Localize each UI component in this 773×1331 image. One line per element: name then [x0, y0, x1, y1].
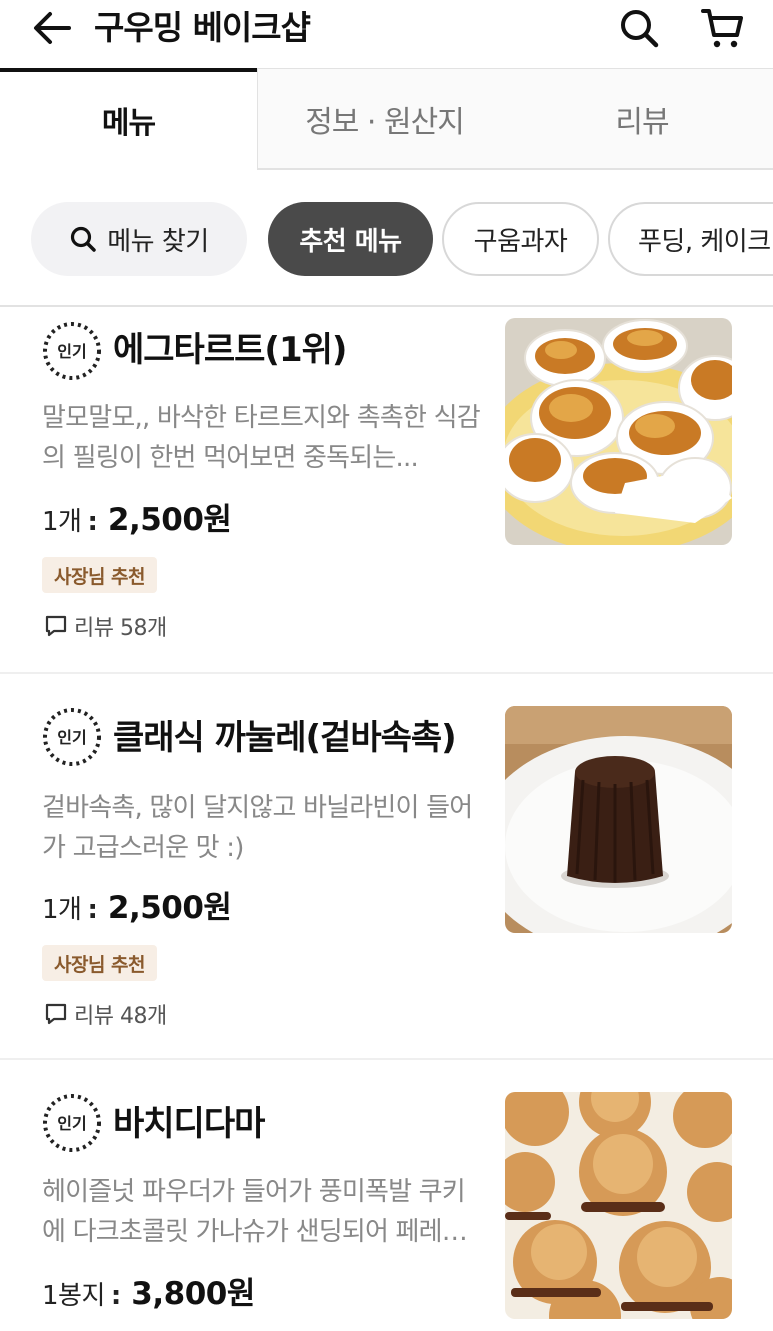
chip-baked-goods[interactable]: 구움과자 [442, 202, 599, 276]
owner-recommend-badge: 사장님 추천 [42, 945, 158, 981]
menu-item-description: 겉바속촉, 많이 달지않고 바닐라빈이 들어가 고급스러운 맛 :) [42, 793, 473, 863]
baci-di-dama-photo [505, 1092, 732, 1319]
menu-item-description: 헤이즐넛 파우더가 들어가 풍미폭발 쿠키에 다크초콜릿 가나슈가 샌딩되어 페… [42, 1177, 468, 1247]
menu-item-name: 에그타르트(1위) [113, 330, 347, 370]
canele-photo [505, 706, 732, 933]
popular-badge-icon: 인기 [43, 708, 101, 766]
back-button[interactable] [30, 6, 74, 50]
quantity-label: 1개 [42, 507, 82, 537]
tab-reviews[interactable]: 리뷰 [511, 68, 773, 168]
search-icon [71, 226, 97, 252]
price-value: 2,500원 [107, 502, 232, 538]
menu-item-price-row: 1개 : 2,500원 [42, 494, 232, 539]
tabs-divider [257, 168, 773, 170]
popular-badge-text: 인기 [57, 1114, 86, 1133]
menu-item-price-row: 1봉지 : 3,800원 [42, 1268, 255, 1313]
quantity-label: 1개 [42, 895, 82, 925]
menu-search-label: 메뉴 찾기 [107, 226, 209, 257]
popular-badge-text: 인기 [57, 342, 86, 361]
menu-search-chip[interactable]: 메뉴 찾기 [31, 202, 247, 276]
comment-icon [45, 1003, 67, 1025]
store-title: 구우밍 베이크샵 [94, 8, 311, 47]
price-separator: : [110, 1281, 122, 1311]
chip-recommended[interactable]: 추천 메뉴 [268, 202, 433, 276]
menu-item-name: 바치디다마 [113, 1104, 265, 1144]
popular-badge-text: 인기 [57, 728, 86, 747]
review-count: 리뷰 48개 [44, 998, 167, 1030]
menu-item-name: 클래식 까눌레(겉바속촉) [113, 718, 457, 758]
review-count-label: 리뷰 48개 [74, 1004, 167, 1029]
arrow-left-icon [34, 12, 71, 44]
store-tabs: 메뉴 정보 · 원산지 리뷰 [0, 68, 773, 171]
popular-badge-icon: 인기 [43, 1094, 101, 1152]
cart-button[interactable] [694, 4, 750, 52]
search-icon [621, 10, 659, 48]
quantity-label: 1봉지 [42, 1281, 105, 1311]
review-count-label: 리뷰 58개 [74, 616, 167, 641]
popular-badge-icon: 인기 [43, 322, 101, 380]
menu-item[interactable]: 인기 에그타르트(1위) 말모말모,, 바삭한 타르트지와 촉촉한 식감의 필링… [0, 308, 773, 674]
chips-divider [0, 305, 773, 307]
menu-item-price-row: 1개 : 2,500원 [42, 882, 232, 927]
category-chips: 메뉴 찾기 추천 메뉴 구움과자 푸딩, 케이크 [0, 200, 773, 278]
chip-pudding-cake[interactable]: 푸딩, 케이크 [608, 202, 773, 276]
tab-menu[interactable]: 메뉴 [0, 68, 257, 168]
top-app-bar: 구우밍 베이크샵 [0, 0, 773, 70]
menu-item-description: 말모말모,, 바삭한 타르트지와 촉촉한 식감의 필링이 한번 먹어보면 중독되… [42, 403, 481, 473]
cart-icon [701, 9, 743, 48]
price-separator: : [87, 507, 98, 537]
owner-recommend-badge: 사장님 추천 [42, 557, 158, 593]
tab-info-origin[interactable]: 정보 · 원산지 [257, 68, 511, 168]
comment-icon [45, 615, 67, 637]
menu-item[interactable]: 인기 바치디다마 헤이즐넛 파우더가 들어가 풍미폭발 쿠키에 다크초콜릿 가나… [0, 1062, 773, 1331]
price-separator: : [87, 895, 98, 925]
menu-item[interactable]: 인기 클래식 까눌레(겉바속촉) 겉바속촉, 많이 달지않고 바닐라빈이 들어가… [0, 676, 773, 1060]
price-value: 2,500원 [107, 890, 232, 926]
price-value: 3,800원 [131, 1276, 255, 1312]
search-button[interactable] [614, 4, 664, 52]
review-count: 리뷰 58개 [44, 610, 167, 642]
egg-tart-photo [505, 318, 732, 545]
